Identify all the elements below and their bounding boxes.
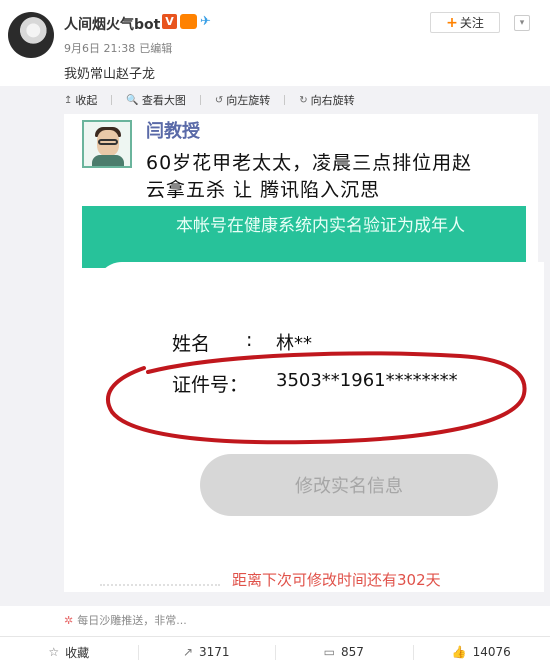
verification-banner-text: 本帐号在健康系统内实名验证为成年人	[176, 216, 465, 236]
toolbar-divider	[111, 95, 113, 105]
image-author-name: 闫教授	[146, 121, 200, 142]
chevron-down-icon[interactable]: ▾	[514, 15, 530, 31]
follow-button[interactable]: + 关注	[430, 12, 500, 33]
favorite-label: 收藏	[65, 645, 90, 660]
verified-badge[interactable]: V	[162, 14, 177, 29]
plus-icon: +	[446, 14, 458, 31]
view-large-label: 查看大图	[141, 94, 186, 107]
rotate-left-icon: ↺	[214, 94, 224, 106]
follow-label: 关注	[459, 16, 484, 30]
author-name[interactable]: 人间烟火气bot	[64, 14, 160, 34]
rotate-right-button[interactable]: ↻ 向右旋转	[299, 92, 354, 108]
modify-realname-button: 修改实名信息	[200, 454, 498, 516]
rotate-left-button[interactable]: ↺ 向左旋转	[215, 92, 270, 108]
red-circle-annotation	[106, 351, 527, 445]
repost-count: 3171	[199, 645, 230, 659]
toolbar-divider	[284, 95, 286, 105]
rotate-right-icon: ↻	[299, 94, 308, 106]
rotate-left-label: 向左旋转	[226, 94, 271, 107]
paper-plane-icon[interactable]: ✈	[200, 14, 216, 29]
repost-button[interactable]: ↗ 3171	[137, 637, 276, 667]
action-bar: ☆ 收藏 ↗ 3171 ▭ 857 👍 14076	[0, 636, 550, 667]
share-icon: ↗	[182, 645, 193, 659]
collapse-icon: ↥	[64, 94, 73, 106]
vip-badge-icon[interactable]	[180, 14, 197, 29]
glasses-icon	[98, 139, 118, 145]
avatar[interactable]	[8, 12, 54, 58]
flower-icon: ✲	[64, 613, 74, 627]
daily-push-link[interactable]: ✲ 每日沙雕推送，非常...	[64, 612, 187, 628]
comment-icon: ▭	[323, 645, 335, 659]
like-button[interactable]: 👍 14076	[412, 637, 550, 667]
edited-label: 已编辑	[139, 42, 173, 55]
post-text: 我奶常山赵子龙	[64, 67, 156, 82]
image-headline-line2: 云拿五杀 让 腾讯陷入沉思	[146, 179, 381, 201]
star-icon: ☆	[48, 645, 60, 659]
toolbar-divider	[199, 95, 201, 105]
collapse-button[interactable]: ↥ 收起	[64, 92, 97, 108]
post-meta: 9月6日 21:38 已编辑	[64, 40, 172, 56]
professor-avatar-icon	[82, 120, 132, 168]
search-icon: 🔍	[126, 94, 139, 106]
favorite-button[interactable]: ☆ 收藏	[0, 637, 138, 667]
like-count: 14076	[472, 645, 511, 659]
image-toolbar: ↥ 收起 🔍 查看大图 ↺ 向左旋转 ↻ 向右旋转	[64, 92, 355, 108]
view-large-button[interactable]: 🔍 查看大图	[126, 92, 185, 108]
body-shape	[92, 155, 124, 166]
thumbs-up-icon: 👍	[451, 645, 467, 659]
post-time[interactable]: 9月6日 21:38	[64, 42, 135, 55]
collapse-label: 收起	[75, 94, 98, 107]
countdown-text: 距离下次可修改时间还有302天	[232, 571, 441, 589]
rotate-right-label: 向右旋转	[310, 94, 355, 107]
image-headline-line1: 60岁花甲老太太，凌晨三点排位用赵	[146, 152, 473, 174]
comment-count: 857	[340, 645, 364, 659]
comment-button[interactable]: ▭ 857	[275, 637, 413, 667]
daily-push-text: 每日沙雕推送，非常...	[77, 614, 187, 627]
faded-divider	[100, 578, 220, 586]
author-badges: V ✈	[162, 14, 216, 29]
